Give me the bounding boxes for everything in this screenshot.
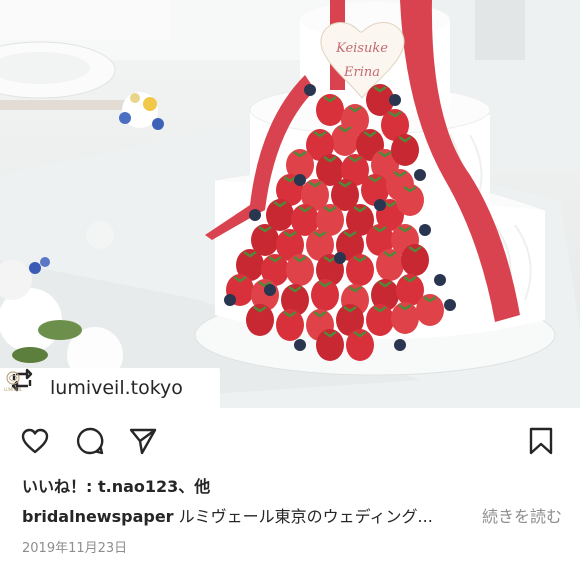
caption-line: bridalnewspaper ルミヴェール東京のウェディング... 続きを読む <box>22 503 562 527</box>
topper-name-2: Erina <box>343 65 380 80</box>
comment-icon[interactable] <box>75 426 105 456</box>
caption-username[interactable]: bridalnewspaper <box>22 507 174 526</box>
repost-username[interactable]: lumiveil.tokyo <box>50 377 183 399</box>
read-more-link[interactable]: 続きを読む <box>475 503 562 527</box>
bookmark-icon[interactable] <box>526 426 556 456</box>
post-date: 2019年11月23日 <box>22 541 128 556</box>
repost-bar[interactable]: LUMIVEIL lumiveil.tokyo <box>0 368 220 408</box>
likes-line[interactable]: いいね！: t.nao123、他 <box>22 473 210 497</box>
share-icon[interactable] <box>128 426 158 456</box>
caption-text: ルミヴェール東京のウェディング... <box>173 507 433 526</box>
post-photo[interactable]: Keisuke Erina LUMIVEIL lumiveil.tokyo <box>0 0 580 408</box>
topper-name-1: Keisuke <box>335 41 388 56</box>
wedding-cake-image: Keisuke Erina <box>0 0 580 408</box>
post-action-bar <box>0 420 580 460</box>
svg-text:LUMIVEIL: LUMIVEIL <box>4 387 23 392</box>
heart-icon[interactable] <box>20 426 50 456</box>
